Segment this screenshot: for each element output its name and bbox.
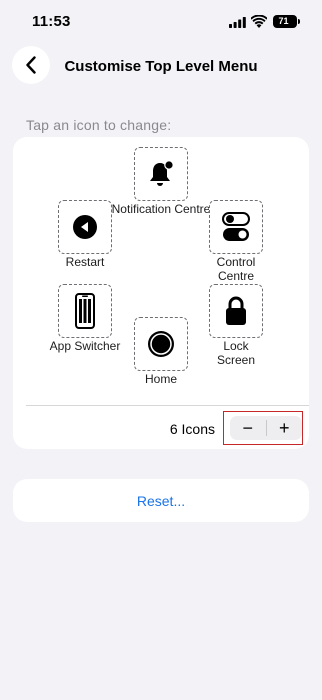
icon-count-stepper[interactable]: − + (230, 416, 302, 440)
icon-slot (58, 284, 112, 338)
icon-slot (58, 200, 112, 254)
reset-button[interactable]: Reset... (13, 479, 309, 522)
menu-item-label: Restart (65, 255, 105, 269)
icon-slot (134, 317, 188, 371)
battery-tip (298, 19, 300, 24)
restart-icon (73, 215, 97, 239)
icons-count-label: 6 Icons (169, 421, 215, 437)
menu-item-home[interactable]: Home (109, 317, 213, 387)
icon-slot (134, 147, 188, 201)
app-switcher-icon (75, 293, 95, 329)
wifi-icon (251, 15, 267, 28)
increase-button[interactable]: + (266, 416, 302, 440)
menu-item-restart[interactable]: Restart (33, 200, 137, 270)
status-time: 11:53 (32, 13, 71, 30)
icon-slot (209, 284, 263, 338)
icon-slot (209, 200, 263, 254)
page-title: Customise Top Level Menu (64, 58, 258, 75)
status-bar: 11:53 71 (0, 0, 322, 44)
menu-item-label: Lock Screen (216, 339, 256, 367)
toggles-icon (222, 212, 250, 241)
reset-label: Reset... (136, 492, 186, 509)
section-header: Tap an icon to change: (26, 117, 172, 133)
padlock-icon (226, 296, 246, 325)
menu-item-control-centre[interactable]: Control Centre (184, 200, 288, 283)
cellular-signal-icon (229, 17, 246, 28)
menu-item-label: Control Centre (216, 255, 256, 283)
menu-item-label: Home (144, 372, 177, 386)
decrease-button[interactable]: − (230, 416, 266, 440)
home-button-icon (148, 331, 174, 357)
menu-card: Notification Centre Restart Control Cent… (13, 137, 309, 449)
battery-level: 71 (278, 16, 289, 26)
divider (26, 405, 309, 406)
battery-icon: 71 (273, 15, 297, 28)
bell-icon (150, 160, 174, 186)
